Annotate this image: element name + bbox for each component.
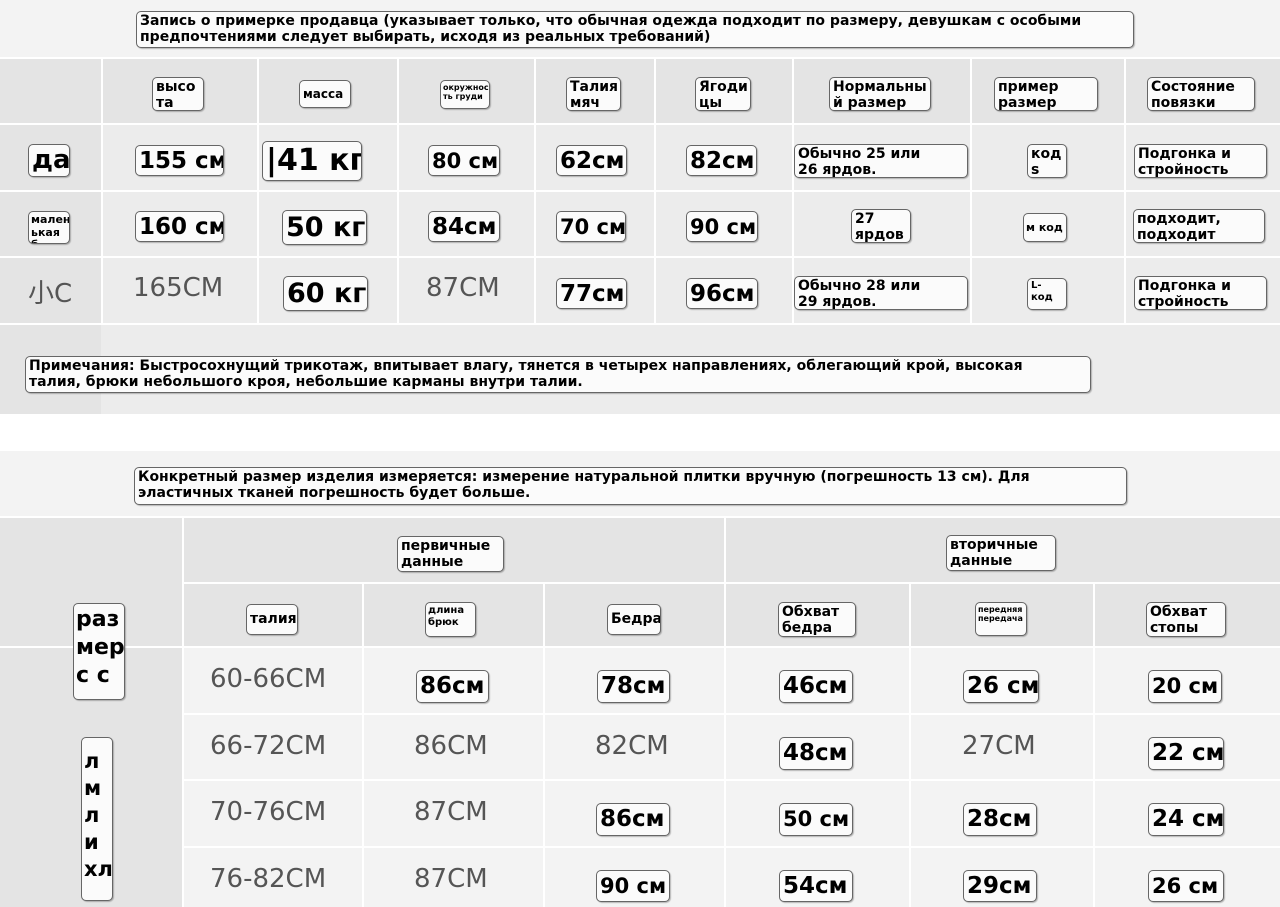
height-value: 165CM xyxy=(133,273,224,303)
hips-value: 82см xyxy=(686,145,757,176)
length-value: 87CM xyxy=(414,864,488,894)
thigh-value: 50 см xyxy=(779,803,853,836)
sizes-label: л м л и хл xyxy=(81,737,113,901)
waist-value: 76-82CM xyxy=(210,864,327,894)
chest-value: 87CM xyxy=(426,273,500,303)
thigh-value: 54см xyxy=(779,870,853,902)
foot-value: 20 см xyxy=(1148,670,1222,703)
row-label: мален ькая б xyxy=(28,211,70,244)
fitting-notes: Примечания: Быстросохнущий трикотаж, впи… xyxy=(25,356,1091,393)
height-value: 160 см xyxy=(135,211,224,242)
hips-value: 82CM xyxy=(595,731,669,761)
waist-value: 70 см xyxy=(556,211,626,242)
bandage-state-value: подходит, подходит xyxy=(1133,209,1265,243)
trial-size-value: код s xyxy=(1027,144,1067,178)
rise-value: 26 см xyxy=(963,670,1039,703)
foot-value: 24 см xyxy=(1148,803,1224,836)
bandage-state-value: Подгонка и стройность xyxy=(1134,276,1267,310)
hips-value: 96см xyxy=(686,278,758,309)
waist-value: 66-72CM xyxy=(210,731,327,761)
foot-value: 22 см xyxy=(1148,737,1224,770)
hips-value: 90 см xyxy=(596,870,670,902)
length-value: 86CM xyxy=(414,731,488,761)
rise-value: 27CM xyxy=(962,731,1036,761)
col-height: высо та xyxy=(152,77,204,111)
normal-size-value: 27 ярдов xyxy=(851,209,911,243)
chest-value: 84см xyxy=(428,211,500,242)
length-value: 87CM xyxy=(414,797,488,827)
col-foot: Обхват стопы xyxy=(1146,602,1226,637)
thigh-value: 48см xyxy=(779,737,853,770)
normal-size-value: Обычно 25 или 26 ярдов. xyxy=(794,144,968,178)
waist-value: 60-66CM xyxy=(210,664,327,694)
hips-value: 78см xyxy=(597,670,670,703)
row-label: 小C xyxy=(28,279,73,309)
fitting-title: Запись о примерке продавца (указывает то… xyxy=(136,11,1134,48)
waist-value: 70-76CM xyxy=(210,797,327,827)
weight-value: |41 кг xyxy=(262,141,362,181)
waist-value: 77см xyxy=(556,278,627,309)
hips-value: 90 см xyxy=(686,211,758,242)
primary-data-header: первичные данные xyxy=(397,536,504,572)
foot-value: 26 см xyxy=(1148,870,1224,902)
col-bandage-state: Состояние повязки xyxy=(1147,77,1255,111)
col-weight: масса xyxy=(299,80,351,108)
col-length: длина брюк xyxy=(425,602,476,637)
size-label: раз мер с с xyxy=(73,603,125,700)
normal-size-value: Обычно 28 или 29 ярдов. xyxy=(794,276,968,310)
col-hips: Бедра xyxy=(607,604,661,635)
waist-value: 62см xyxy=(556,145,627,176)
measure-title: Конкретный размер изделия измеряется: из… xyxy=(134,467,1127,505)
col-thigh: Обхват бедра xyxy=(778,602,856,637)
col-waist: Талия мяч xyxy=(566,77,621,111)
weight-value: 50 кг xyxy=(282,210,367,245)
height-value: 155 см xyxy=(135,145,224,176)
rise-value: 28см xyxy=(963,803,1037,836)
chest-value: 80 см xyxy=(428,145,500,176)
col-waist: талия xyxy=(246,604,298,635)
col-hips: Ягоди цы xyxy=(695,77,751,111)
secondary-data-header: вторичные данные xyxy=(946,535,1056,571)
col-trial-size: пример размер xyxy=(994,77,1098,111)
bandage-state-value: Подгонка и стройность xyxy=(1134,144,1267,178)
col-normal-size: Нормальны й размер xyxy=(829,77,931,111)
col-chest: окружнос ть груди xyxy=(440,80,490,109)
weight-value: 60 кг xyxy=(283,276,368,311)
trial-size-value: L- код xyxy=(1027,278,1067,310)
hips-value: 86см xyxy=(596,803,670,836)
rise-value: 29см xyxy=(963,870,1037,902)
length-value: 86см xyxy=(416,670,489,703)
col-front-rise: передняя передача xyxy=(975,602,1027,636)
thigh-value: 46см xyxy=(779,670,853,703)
row-label: да xyxy=(28,144,70,177)
trial-size-value: м код xyxy=(1023,213,1067,242)
